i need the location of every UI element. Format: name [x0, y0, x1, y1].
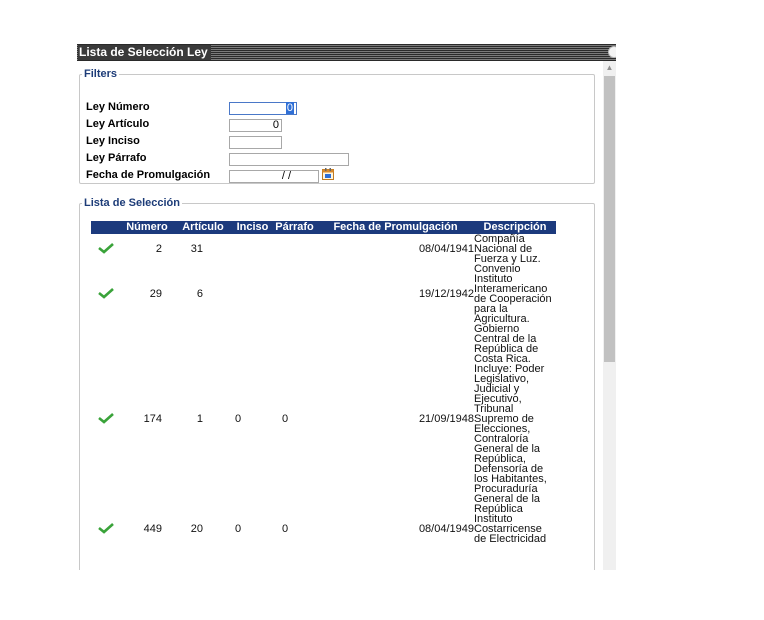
cell-articulo: 31 [190, 243, 203, 255]
cell-fecha: 08/04/1949 [418, 523, 474, 535]
column-header-fecha[interactable]: Fecha de Promulgación [317, 221, 474, 234]
scrollbar-thumb[interactable] [604, 76, 615, 362]
ley-parrafo-input[interactable] [229, 153, 349, 166]
column-header-parrafo[interactable]: Párrafo [272, 221, 317, 234]
cell-inciso [233, 264, 272, 324]
cell-descripcion: Instituto Costarricense de Electricidad [474, 513, 547, 545]
fecha-promulgacion-input[interactable]: / / [229, 170, 319, 183]
window-content: Filters Ley Número 0 Ley Artículo 0 Ley … [77, 61, 601, 570]
ley-articulo-input[interactable]: 0 [229, 119, 282, 132]
ley-inciso-input[interactable] [229, 136, 282, 149]
ley-inciso-label: Ley Inciso [86, 135, 140, 147]
ley-parrafo-label: Ley Párrafo [86, 152, 147, 164]
column-header-articulo[interactable]: Artículo [173, 221, 233, 234]
cell-parrafo: 0 [282, 413, 289, 425]
cell-descripcion: Convenio Instituto Interamericano de Coo… [474, 263, 552, 325]
cell-articulo: 20 [190, 523, 203, 535]
checkmark-icon [98, 243, 114, 254]
filters-group: Filters Ley Número 0 Ley Artículo 0 Ley … [79, 68, 595, 184]
checkmark-icon [98, 288, 114, 299]
cell-inciso: 0 [235, 413, 242, 425]
cell-fecha: 08/04/1941 [418, 243, 474, 255]
title-bar[interactable]: Lista de Selección Ley [77, 44, 616, 61]
cell-inciso [233, 234, 272, 264]
table-row[interactable]: 449 20 0 0 08/04/1949 Instituto Costarri… [91, 513, 556, 545]
cell-numero: 2 [155, 243, 162, 255]
vertical-scrollbar[interactable]: ▲ [603, 61, 616, 570]
column-header-status [91, 221, 121, 234]
ley-numero-label: Ley Número [86, 101, 150, 113]
table-row[interactable]: 29 6 19/12/1942 Convenio Instituto Inter… [91, 263, 556, 325]
fecha-promulgacion-label: Fecha de Promulgación [86, 169, 211, 181]
ley-numero-value: 0 [285, 102, 294, 114]
lista-seleccion-legend: Lista de Selección [84, 197, 180, 209]
table-row[interactable]: 2 31 08/04/1941 Compañía Nacional de Fue… [91, 233, 556, 265]
cell-descripcion: Gobierno Central de la República de Cost… [474, 323, 547, 515]
ley-articulo-value: 0 [272, 119, 279, 131]
cell-inciso: 0 [235, 523, 242, 535]
checkmark-icon [98, 413, 114, 424]
scroll-up-arrow-icon[interactable]: ▲ [603, 61, 616, 74]
cell-fecha: 21/09/1948 [418, 413, 474, 425]
lista-seleccion-group: Lista de Selección Número Artículo Incis… [79, 197, 595, 570]
column-header-inciso[interactable]: Inciso [233, 221, 272, 234]
column-header-numero[interactable]: Número [121, 221, 173, 234]
window-title: Lista de Selección Ley [78, 45, 211, 60]
ley-numero-input[interactable]: 0 [229, 102, 297, 115]
ley-articulo-label: Ley Artículo [86, 118, 150, 130]
close-icon[interactable] [608, 46, 616, 58]
lista-seleccion-ley-window: Lista de Selección Ley Filters Ley Númer… [77, 44, 616, 570]
results-table: Número Artículo Inciso Párrafo Fecha de … [91, 221, 556, 545]
table-row[interactable]: 174 1 0 0 21/09/1948 Gobierno Central de… [91, 323, 556, 515]
cell-articulo: 1 [196, 413, 203, 425]
cell-fecha: 19/12/1942 [418, 288, 474, 300]
cell-parrafo [272, 264, 317, 324]
cell-numero: 29 [149, 288, 162, 300]
fecha-promulgacion-value: / / [281, 170, 291, 182]
filters-legend: Filters [84, 68, 118, 80]
cell-numero: 174 [143, 413, 162, 425]
checkmark-icon [98, 523, 114, 534]
cell-descripcion: Compañía Nacional de Fuerza y Luz. [474, 233, 541, 265]
cell-numero: 449 [143, 523, 162, 535]
cell-articulo: 6 [196, 288, 203, 300]
calendar-icon[interactable] [322, 168, 334, 180]
cell-parrafo: 0 [282, 523, 289, 535]
cell-parrafo [272, 234, 317, 264]
